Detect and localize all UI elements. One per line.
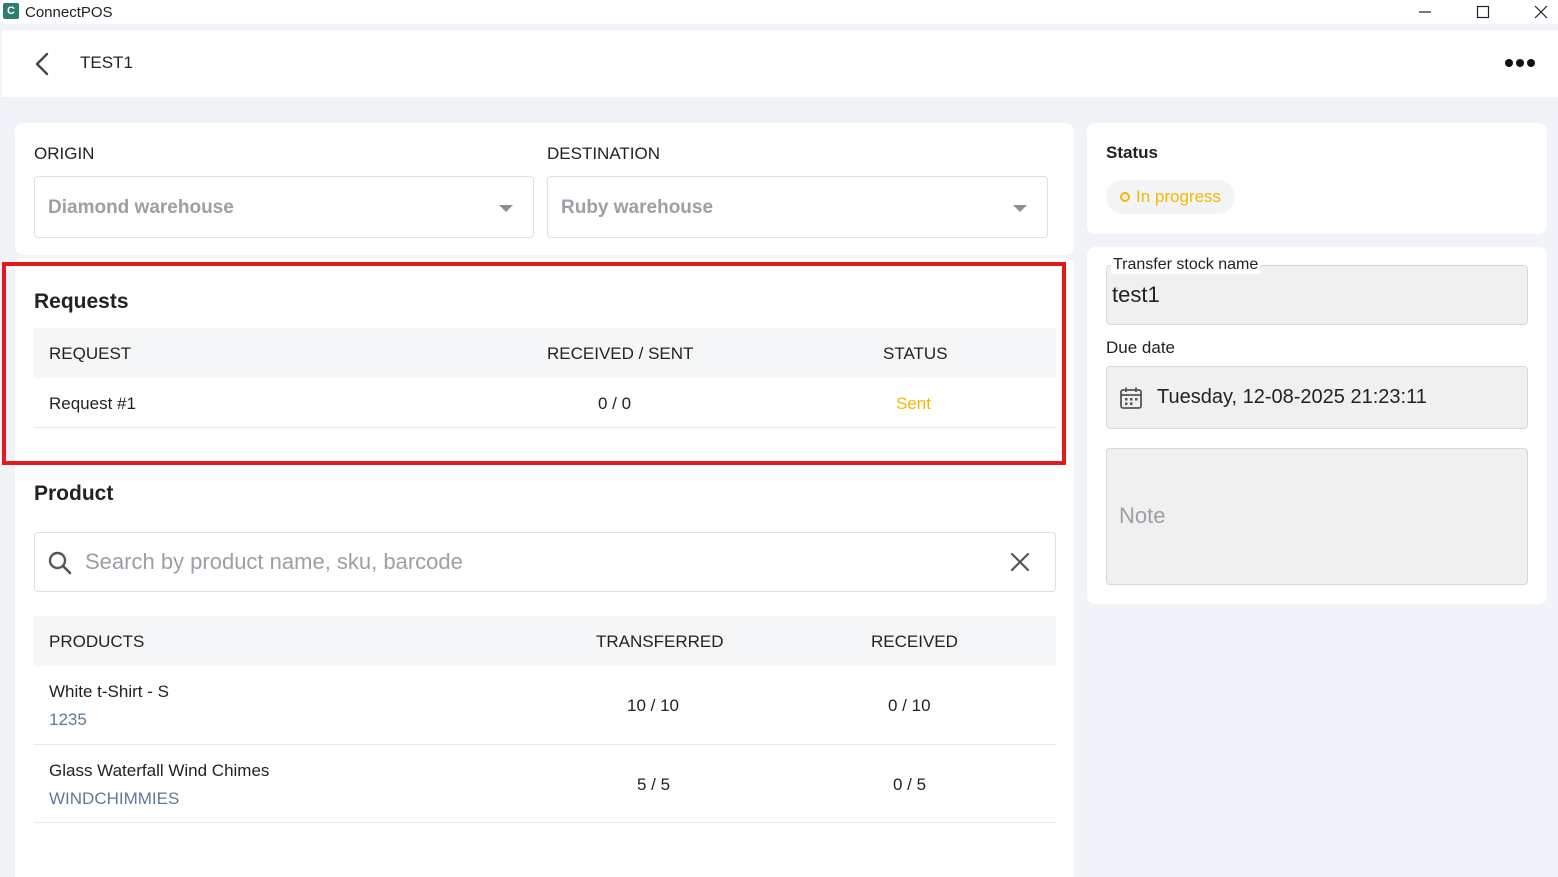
products-table-header: PRODUCTS TRANSFERRED RECEIVED [34,616,1056,666]
row-divider [34,744,1056,745]
caret-down-icon [1013,205,1027,212]
more-horizontal-icon [1505,59,1535,67]
destination-label: DESTINATION [547,144,661,163]
maximize-icon [1476,5,1490,19]
product-search-input[interactable] [85,543,985,581]
product-title: Product [34,482,114,505]
maximize-button[interactable] [1454,0,1512,24]
transfer-name-field[interactable]: Transfer stock name test1 [1106,256,1528,325]
search-icon [48,551,72,575]
transfer-name-value: test1 [1112,282,1160,307]
product-sku: WINDCHIMMIES [49,789,180,808]
transfer-name-label: Transfer stock name [1111,256,1261,274]
page-header: TEST1 [2,30,1558,97]
page-title: TEST1 [80,53,133,72]
close-window-button[interactable] [1512,0,1558,24]
column-header-products: PRODUCTS [49,632,145,651]
product-name: White t-Shirt - S [49,682,169,701]
product-received: 0 / 5 [893,775,927,794]
minimize-icon [1419,11,1431,13]
clear-search-icon[interactable] [1009,551,1031,573]
destination-value: Ruby warehouse [561,197,714,218]
window-titlebar: C ConnectPOS [0,0,1558,24]
status-badge: In progress [1106,180,1236,214]
product-transferred: 5 / 5 [637,775,671,794]
app-logo-icon: C [3,3,19,19]
destination-select[interactable]: Ruby warehouse [547,176,1048,238]
requests-highlight-box [2,262,1066,465]
back-button[interactable] [30,50,54,78]
product-search-box [34,532,1056,592]
note-field[interactable]: Note [1106,448,1528,585]
origin-value: Diamond warehouse [48,197,234,218]
product-received: 0 / 10 [888,696,931,715]
calendar-icon [1120,387,1142,409]
status-dot-icon [1120,192,1130,202]
details-card: Transfer stock name test1 Due date Tuesd… [1087,247,1547,604]
note-placeholder: Note [1119,503,1166,528]
origin-select[interactable]: Diamond warehouse [34,176,534,238]
column-header-transferred: TRANSFERRED [596,632,724,651]
due-date-value: Tuesday, 12-08-2025 21:23:11 [1157,386,1427,408]
warehouse-card: ORIGIN Diamond warehouse DESTINATION Rub… [15,123,1074,255]
row-divider [34,822,1056,823]
status-card: Status In progress [1087,123,1547,234]
chevron-left-icon [35,52,49,76]
status-value: In progress [1136,187,1222,206]
minimize-button[interactable] [1396,0,1454,24]
app-title: ConnectPOS [25,4,113,21]
product-name: Glass Waterfall Wind Chimes [49,761,270,780]
product-transferred: 10 / 10 [627,696,679,715]
caret-down-icon [499,205,513,212]
more-options-button[interactable] [1500,52,1540,74]
due-date-field[interactable]: Tuesday, 12-08-2025 21:23:11 [1106,366,1528,429]
status-label: Status [1106,143,1158,162]
due-date-label: Due date [1106,338,1175,357]
close-icon [1534,5,1548,19]
origin-label: ORIGIN [34,144,95,163]
column-header-received: RECEIVED [871,632,958,651]
product-sku: 1235 [49,710,87,729]
